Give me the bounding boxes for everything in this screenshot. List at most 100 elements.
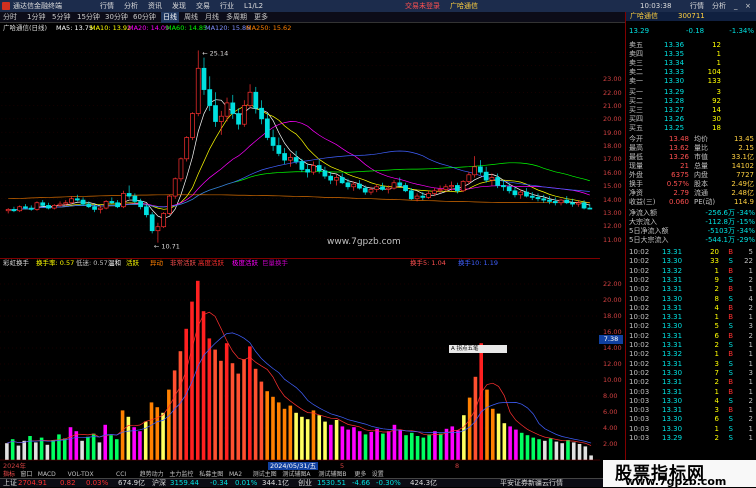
candle[interactable] xyxy=(478,160,483,175)
turnover-bar[interactable] xyxy=(97,442,102,460)
candle[interactable] xyxy=(264,113,270,141)
menu-right-quote[interactable]: 行情 xyxy=(690,0,704,12)
turnover-bar[interactable] xyxy=(554,441,559,460)
turnover-bar[interactable] xyxy=(427,434,431,460)
candle[interactable] xyxy=(299,158,305,173)
tab-period-more[interactable]: 更多 xyxy=(254,12,268,23)
turnover-bar[interactable] xyxy=(138,431,142,460)
turnover-bar[interactable] xyxy=(242,359,246,460)
turnover-bar[interactable] xyxy=(410,432,414,460)
turnover-bar[interactable] xyxy=(317,415,322,460)
turnover-bar[interactable] xyxy=(294,412,298,460)
candle[interactable] xyxy=(40,200,46,207)
tab-period-multi[interactable]: 多周期 xyxy=(226,12,247,23)
turnover-bar[interactable] xyxy=(51,440,55,460)
candle[interactable] xyxy=(103,200,109,210)
turnover-bar[interactable] xyxy=(508,426,512,460)
turnover-bar[interactable] xyxy=(109,435,113,460)
candle[interactable] xyxy=(178,157,184,182)
candle[interactable] xyxy=(57,201,63,207)
menu-l1l2[interactable]: L1/L2 xyxy=(244,0,263,12)
drawing-tool-tooltip[interactable]: A 拐点五笔 xyxy=(449,345,507,353)
candle[interactable] xyxy=(34,201,40,211)
tab-period-15m[interactable]: 15分钟 xyxy=(77,12,100,23)
turnover-bar[interactable] xyxy=(236,373,241,460)
turnover-bar[interactable] xyxy=(126,416,131,460)
turnover-bar[interactable] xyxy=(253,368,258,460)
turnover-bar[interactable] xyxy=(462,415,466,460)
candle[interactable] xyxy=(512,186,518,198)
tab-period-30m[interactable]: 30分钟 xyxy=(105,12,128,23)
turnover-bar[interactable] xyxy=(305,419,310,460)
turnover-bar[interactable] xyxy=(282,408,287,460)
candle[interactable] xyxy=(236,108,241,130)
candle[interactable] xyxy=(184,136,190,162)
candle[interactable] xyxy=(144,204,149,218)
turnover-bar[interactable] xyxy=(161,412,165,460)
turnover-bar[interactable] xyxy=(398,429,403,460)
turnover-bar[interactable] xyxy=(45,444,50,460)
turnover-bar[interactable] xyxy=(479,343,483,460)
turnover-bar[interactable] xyxy=(115,439,119,460)
turnover-bar[interactable] xyxy=(178,351,183,460)
turnover-bar[interactable] xyxy=(369,432,374,460)
menu-news[interactable]: 资讯 xyxy=(148,0,162,12)
menu-right-analysis[interactable]: 分析 xyxy=(712,0,726,12)
turnover-bar[interactable] xyxy=(346,429,350,460)
turnover-bar[interactable] xyxy=(155,407,160,460)
candle[interactable] xyxy=(564,196,570,205)
candle[interactable] xyxy=(167,194,172,215)
turnover-bar[interactable] xyxy=(16,445,21,460)
candle[interactable] xyxy=(161,212,167,229)
turnover-bar[interactable] xyxy=(248,346,252,460)
turnover-bar[interactable] xyxy=(219,360,223,460)
candle[interactable] xyxy=(535,193,541,202)
candle[interactable] xyxy=(437,185,443,194)
turnover-bar[interactable] xyxy=(363,434,368,460)
turnover-bar[interactable] xyxy=(224,343,229,460)
candle[interactable] xyxy=(74,194,80,202)
candle[interactable] xyxy=(305,164,311,178)
turnover-bar[interactable] xyxy=(172,370,177,460)
candle[interactable] xyxy=(69,196,74,205)
turnover-bar[interactable] xyxy=(91,433,96,460)
turnover-chart[interactable] xyxy=(0,268,600,476)
candle[interactable] xyxy=(328,172,334,185)
turnover-bar[interactable] xyxy=(10,439,15,460)
candle[interactable] xyxy=(126,185,132,199)
turnover-bar[interactable] xyxy=(149,402,154,460)
candle[interactable] xyxy=(46,202,51,210)
candle[interactable] xyxy=(92,204,97,213)
tab-period-month[interactable]: 月线 xyxy=(205,12,219,23)
candle[interactable] xyxy=(259,100,264,125)
turnover-bar[interactable] xyxy=(456,430,460,460)
turnover-bar[interactable] xyxy=(132,427,136,460)
turnover-bar[interactable] xyxy=(525,435,530,460)
candle[interactable] xyxy=(322,166,328,179)
menu-trade[interactable]: 交易 xyxy=(196,0,210,12)
turnover-bar[interactable] xyxy=(230,363,235,460)
turnover-bar[interactable] xyxy=(386,431,391,460)
turnover-bar[interactable] xyxy=(543,440,547,460)
minimize-icon[interactable]: _ xyxy=(734,0,738,12)
menu-industry[interactable]: 行业 xyxy=(220,0,234,12)
turnover-bar[interactable] xyxy=(213,349,217,460)
candle[interactable] xyxy=(17,205,23,213)
turnover-bar[interactable] xyxy=(421,437,426,460)
candle[interactable] xyxy=(466,172,472,185)
candle[interactable] xyxy=(311,161,316,175)
turnover-bar[interactable] xyxy=(467,397,472,460)
turnover-bar[interactable] xyxy=(566,440,570,460)
turnover-bar[interactable] xyxy=(22,440,27,460)
candle[interactable] xyxy=(345,178,351,190)
turnover-bar[interactable] xyxy=(490,408,495,460)
turnover-bar[interactable] xyxy=(34,442,38,460)
candle[interactable] xyxy=(282,148,287,165)
turnover-bar[interactable] xyxy=(74,431,79,460)
turnover-bar[interactable] xyxy=(68,427,73,460)
turnover-bar[interactable] xyxy=(357,431,362,460)
turnover-bar[interactable] xyxy=(415,436,420,460)
turnover-bar[interactable] xyxy=(276,402,281,460)
turnover-bar[interactable] xyxy=(334,420,339,460)
turnover-bar[interactable] xyxy=(537,439,541,460)
